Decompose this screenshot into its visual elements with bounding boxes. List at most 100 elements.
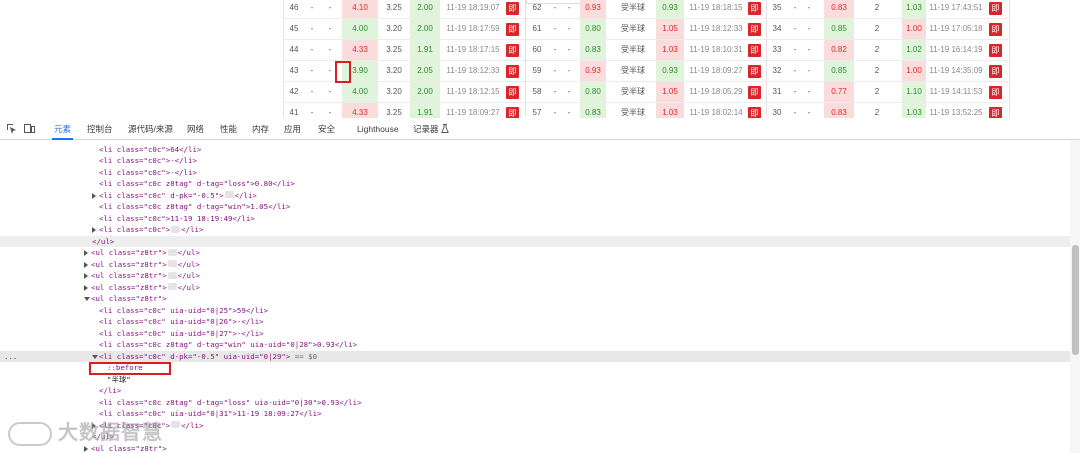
collapsed-content-icon[interactable] [167,260,177,267]
dom-node-line[interactable]: <li class="c0c z8tag" d-tag="win">1.05</… [0,201,1070,213]
cell-a-v1: 4.33 [342,103,378,118]
instant-odds-button[interactable]: 即 [748,2,761,15]
cell-c-v2: 2 [874,3,880,12]
dom-token: </ul> [177,271,200,280]
tab-0[interactable]: 元素 [51,118,74,140]
dom-node-line[interactable]: </ul> [0,235,1070,247]
dom-node-line[interactable]: <li class="c0c">64</li> [0,144,1070,156]
cell-c-v2: 2 [874,24,880,33]
dom-node-line[interactable]: <li class="c0c">11-19 18:19:49</li> [0,213,1070,225]
cell-a-v2: 3.20 [386,87,402,96]
tab-7[interactable]: 安全 [318,118,335,140]
odds-row: 46- -4.10 3.25 2.00 11-19 18:19:07 即 62- -0.93 受… [284,0,1009,19]
cell-b-d2: - [567,66,571,75]
cell-a-v3: 1.91 [410,103,440,118]
instant-odds-button[interactable]: 即 [506,44,519,57]
collapsed-content-icon[interactable] [171,225,181,233]
instant-odds-button[interactable]: 即 [506,2,519,15]
cell-a-v3: 2.05 [410,61,440,81]
tab-6[interactable]: 应用 [284,118,301,140]
tab-8[interactable]: Lighthouse [357,118,399,140]
tab-4[interactable]: 性能 [220,118,237,140]
cell-b-d2: - [567,108,571,117]
collapsed-content-icon[interactable] [167,248,177,256]
tab-3[interactable]: 网络 [187,118,204,140]
expand-arrow-icon[interactable] [92,227,96,233]
dom-node-line[interactable]: <ul class="z8tr"> </ul> [0,282,1070,294]
table-section-divider [766,0,767,116]
cell-c-v3: 1.03 [902,0,926,18]
collapsed-content-icon[interactable] [167,283,177,290]
dom-node-line[interactable]: <li class="c0c" uia-uid="0|25">59</li> [0,305,1070,317]
instant-odds-button[interactable]: 即 [989,44,1002,57]
expand-arrow-icon[interactable] [84,250,88,256]
collapse-arrow-icon[interactable] [92,354,98,359]
instant-odds-button[interactable]: 即 [506,107,519,118]
cell-c-d1: - [793,66,797,75]
collapsed-content-icon[interactable] [167,271,177,279]
cell-a-id: 45 [289,24,299,33]
cell-c-d1: - [793,24,797,33]
cell-c-v1: 0.85 [824,19,854,39]
scrollbar-thumb[interactable] [1072,245,1079,355]
tab-1[interactable]: 控制台 [87,118,113,140]
dom-node-line[interactable]: <ul class="z8tr"> </ul> [0,270,1070,282]
instant-odds-button[interactable]: 即 [989,2,1002,15]
dom-token: <li class="c0c" d-pk="-0.5"> [99,190,224,200]
cell-b-d2: - [567,45,571,54]
inspect-element-icon[interactable] [6,123,17,134]
dom-node-line[interactable]: <li class="c0c" uia-uid="0|27">-</li> [0,328,1070,340]
tab-2[interactable]: 源代码/来源 [128,118,173,140]
instant-odds-button[interactable]: 即 [989,86,1002,99]
device-toolbar-icon[interactable] [24,123,35,134]
dom-node-line[interactable]: <li class="c0c">-</li> [0,155,1070,167]
collapsed-content-icon[interactable] [171,421,181,428]
dom-node-line[interactable]: <ul class="z8tr"> </ul> [0,247,1070,259]
instant-odds-button[interactable]: 即 [748,86,761,99]
dom-node-line[interactable]: <li class="c0c z8tag" d-tag="win" uia-ui… [0,339,1070,351]
expand-arrow-icon[interactable] [84,261,88,268]
collapsed-content-icon[interactable] [224,191,234,198]
dom-node-line[interactable]: <li class="c0c"> </li> [0,224,1070,236]
odds-row: 45- -4.00 3.20 2.00 11-19 18:17:59 即 61- -0.80 受… [284,19,1009,40]
cell-a-id: 46 [289,3,299,12]
cell-b-v1: 0.83 [580,40,606,60]
expand-arrow-icon[interactable] [84,284,88,291]
instant-odds-button[interactable]: 即 [748,65,761,78]
table-section-divider [525,0,526,116]
dom-node-text: </li> [99,385,121,397]
instant-odds-button[interactable]: 即 [989,65,1002,78]
dom-node-line[interactable]: <li class="c0c" d-pk="-0.5"> </li> [0,190,1070,202]
cell-b-d2: - [567,24,571,33]
node-menu-ellipsis[interactable]: ... [4,351,17,363]
instant-odds-button[interactable]: 即 [506,65,519,78]
instant-odds-button[interactable]: 即 [989,107,1002,118]
dom-node-line[interactable]: <ul class="z8tr"> </ul> [0,259,1070,271]
dom-node-line[interactable]: <li class="c0c" uia-uid="0|26">-</li> [0,316,1070,328]
tab-5[interactable]: 内存 [252,118,269,140]
instant-odds-button[interactable]: 即 [506,86,519,99]
dom-node-line[interactable]: <ul class="z8tr"> [0,293,1070,305]
dom-node-line[interactable]: <li class="c0c z8tag" d-tag="loss">0.80<… [0,178,1070,190]
cell-b-v1: 0.93 [580,0,606,18]
collapse-arrow-icon[interactable] [84,297,90,301]
instant-odds-button[interactable]: 即 [748,107,761,118]
tab-9[interactable]: 记录器 [413,118,439,140]
elements-dom-tree[interactable]: <li class="c0c">64</li> <li class="c0c">-… [0,140,1070,453]
dom-node-line[interactable]: <li class="c0c z8tag" d-tag="loss" uia-u… [0,397,1070,409]
instant-odds-button[interactable]: 即 [748,23,761,36]
dom-node-line[interactable]: </li> [0,385,1070,397]
cell-a-v1: 4.00 [342,82,378,102]
odds-row: 44- -4.33 3.25 1.91 11-19 18:17:15 即 60- -0.83 受… [284,40,1009,61]
cell-b-v2: 0.93 [656,0,684,18]
instant-odds-button[interactable]: 即 [989,23,1002,36]
dom-node-line[interactable]: ... <li class="c0c" d-pk="-0.5" uia-uid="… [0,350,1070,363]
instant-odds-button[interactable]: 即 [506,23,519,36]
dom-node-line[interactable]: "半球" [0,374,1070,386]
cell-c-v2: 2 [874,66,880,75]
expand-arrow-icon[interactable] [92,192,96,199]
expand-arrow-icon[interactable] [84,273,88,279]
dom-tree-scrollbar[interactable] [1070,140,1080,453]
dom-node-line[interactable]: <li class="c0c">-</li> [0,167,1070,179]
instant-odds-button[interactable]: 即 [748,44,761,57]
